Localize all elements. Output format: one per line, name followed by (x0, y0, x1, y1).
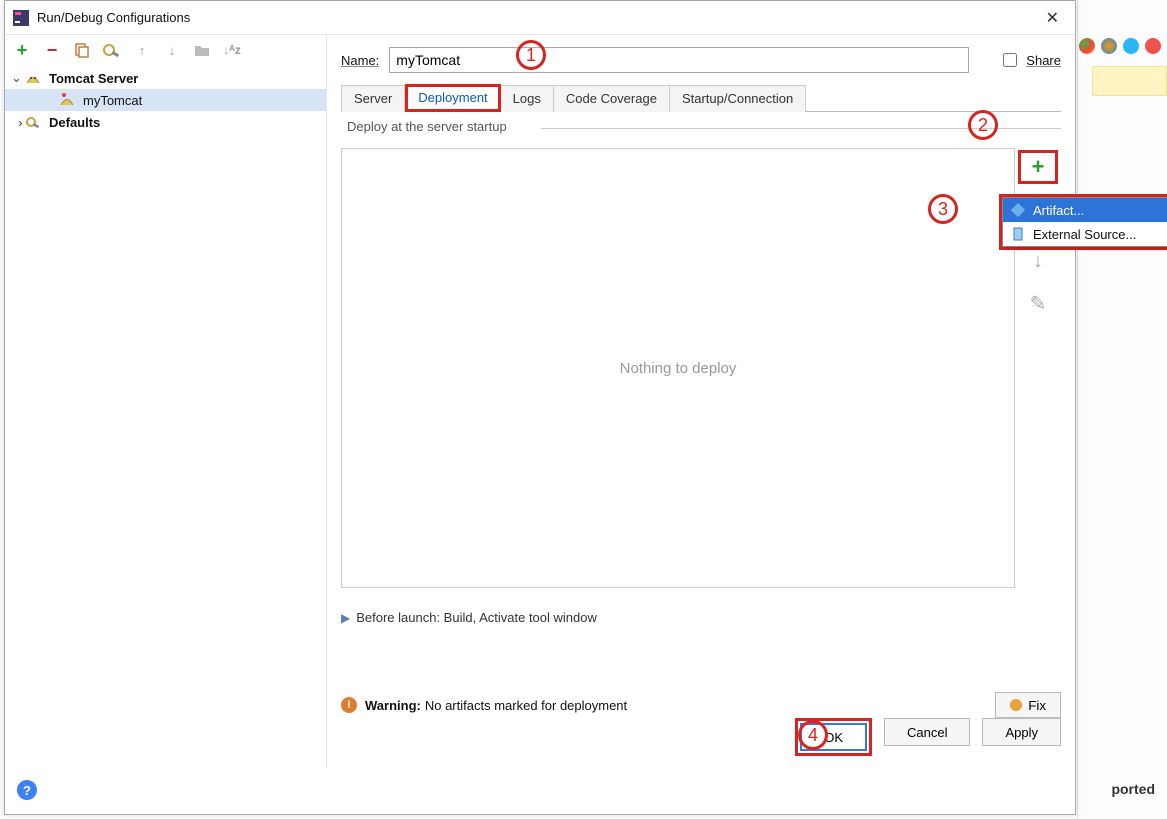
popup-item-artifact[interactable]: Artifact... (1003, 198, 1167, 222)
add-deployment-button[interactable]: + (1018, 150, 1058, 184)
background-strip (1077, 0, 1167, 819)
fix-button-label: Fix (1028, 698, 1046, 713)
config-toolbar: + − ↑ ↓ ↓ᴬz (5, 35, 326, 65)
gear-wrench-icon (25, 114, 41, 130)
add-deployment-popup: Artifact... External Source... (1002, 197, 1167, 247)
config-tree: ⌄ Tomcat Server myTomcat ⌄ Defaults (5, 65, 326, 768)
remove-config-icon[interactable]: − (43, 41, 61, 59)
background-ported-text: ported (1111, 781, 1155, 797)
bulb-icon (1010, 699, 1022, 711)
ok-highlight: OK (795, 718, 872, 756)
dialog-title: Run/Debug Configurations (37, 10, 1038, 25)
titlebar: Run/Debug Configurations ✕ (5, 1, 1075, 35)
copy-config-icon[interactable] (73, 41, 91, 59)
apply-button[interactable]: Apply (982, 718, 1061, 746)
tree-label-defaults: Defaults (45, 115, 100, 130)
name-input[interactable] (389, 47, 969, 73)
safari-icon (1123, 38, 1139, 54)
deploy-area: Nothing to deploy + ↓ ✎ (341, 148, 1061, 588)
tree-node-defaults[interactable]: ⌄ Defaults (5, 111, 326, 133)
group-separator (541, 128, 1061, 129)
tab-code-coverage[interactable]: Code Coverage (554, 85, 670, 112)
tree-node-mytomcat[interactable]: myTomcat (5, 89, 326, 111)
tab-logs[interactable]: Logs (501, 85, 554, 112)
warning-label: Warning: (365, 698, 421, 713)
before-launch-section[interactable]: ▶ Before launch: Build, Activate tool wi… (341, 610, 1061, 625)
intellij-icon (13, 10, 29, 26)
chevron-right-icon: ▶ (341, 611, 350, 625)
external-source-icon (1011, 227, 1025, 241)
sort-icon[interactable]: ↓ᴬz (223, 41, 241, 59)
share-label: Share (1026, 53, 1061, 68)
edit-deployment-icon[interactable]: ✎ (1018, 286, 1058, 320)
deploy-empty-text: Nothing to deploy (620, 360, 737, 377)
tab-server[interactable]: Server (341, 85, 405, 112)
move-up-icon[interactable]: ↑ (133, 41, 151, 59)
popup-artifact-label: Artifact... (1033, 203, 1084, 218)
opera-icon (1145, 38, 1161, 54)
fix-button[interactable]: Fix (995, 692, 1061, 718)
tree-label-mytomcat: myTomcat (79, 93, 142, 108)
warning-icon: ! (341, 697, 357, 713)
name-label: Name: (341, 53, 379, 68)
popup-external-label: External Source... (1033, 227, 1136, 242)
edit-defaults-icon[interactable] (103, 41, 121, 59)
warning-text: No artifacts marked for deployment (425, 698, 627, 713)
deploy-group-label: Deploy at the server startup (343, 119, 511, 134)
chrome-icon (1079, 38, 1095, 54)
tree-label-tomcat-server: Tomcat Server (45, 71, 138, 86)
help-icon[interactable]: ? (17, 780, 37, 800)
close-icon[interactable]: ✕ (1038, 4, 1067, 32)
share-checkbox-wrapper[interactable]: Share (999, 50, 1061, 70)
move-down-icon[interactable]: ↓ (163, 41, 181, 59)
before-launch-label: Before launch: Build, Activate tool wind… (356, 610, 597, 625)
firefox-icon (1101, 38, 1117, 54)
name-row: Name: Share (341, 47, 1061, 73)
tree-node-tomcat-server[interactable]: ⌄ Tomcat Server (5, 67, 326, 89)
tomcat-icon (25, 70, 41, 86)
cancel-button[interactable]: Cancel (884, 718, 970, 746)
dialog-body: + − ↑ ↓ ↓ᴬz ⌄ Tomcat Server (5, 35, 1075, 768)
tab-deployment[interactable]: Deployment (405, 84, 500, 112)
folder-icon[interactable] (193, 41, 211, 59)
ok-button[interactable]: OK (800, 723, 867, 751)
popup-highlight: Artifact... External Source... (999, 194, 1167, 250)
background-yellow-bar (1092, 66, 1167, 96)
tomcat-icon (59, 92, 75, 108)
popup-item-external-source[interactable]: External Source... (1003, 222, 1167, 246)
share-checkbox[interactable] (1003, 53, 1017, 67)
chevron-right-icon: ⌄ (10, 115, 26, 129)
chevron-down-icon: ⌄ (11, 70, 25, 86)
deploy-list: Nothing to deploy (341, 148, 1015, 588)
browser-icons-row (1079, 38, 1161, 54)
left-panel: + − ↑ ↓ ↓ᴬz ⌄ Tomcat Server (5, 35, 327, 768)
tabs: Server Deployment Logs Code Coverage Sta… (341, 83, 1061, 112)
add-config-icon[interactable]: + (13, 41, 31, 59)
dialog-buttons: OK Cancel Apply (795, 718, 1061, 756)
warning-row: ! Warning: No artifacts marked for deplo… (341, 692, 1061, 718)
right-panel: Name: Share Server Deployment Logs Code … (327, 35, 1075, 768)
tab-startup-connection[interactable]: Startup/Connection (670, 85, 806, 112)
artifact-icon (1011, 203, 1025, 217)
run-debug-dialog: Run/Debug Configurations ✕ + − ↑ ↓ ↓ᴬz ⌄… (4, 0, 1076, 815)
deploy-group: Deploy at the server startup Nothing to … (341, 128, 1061, 588)
